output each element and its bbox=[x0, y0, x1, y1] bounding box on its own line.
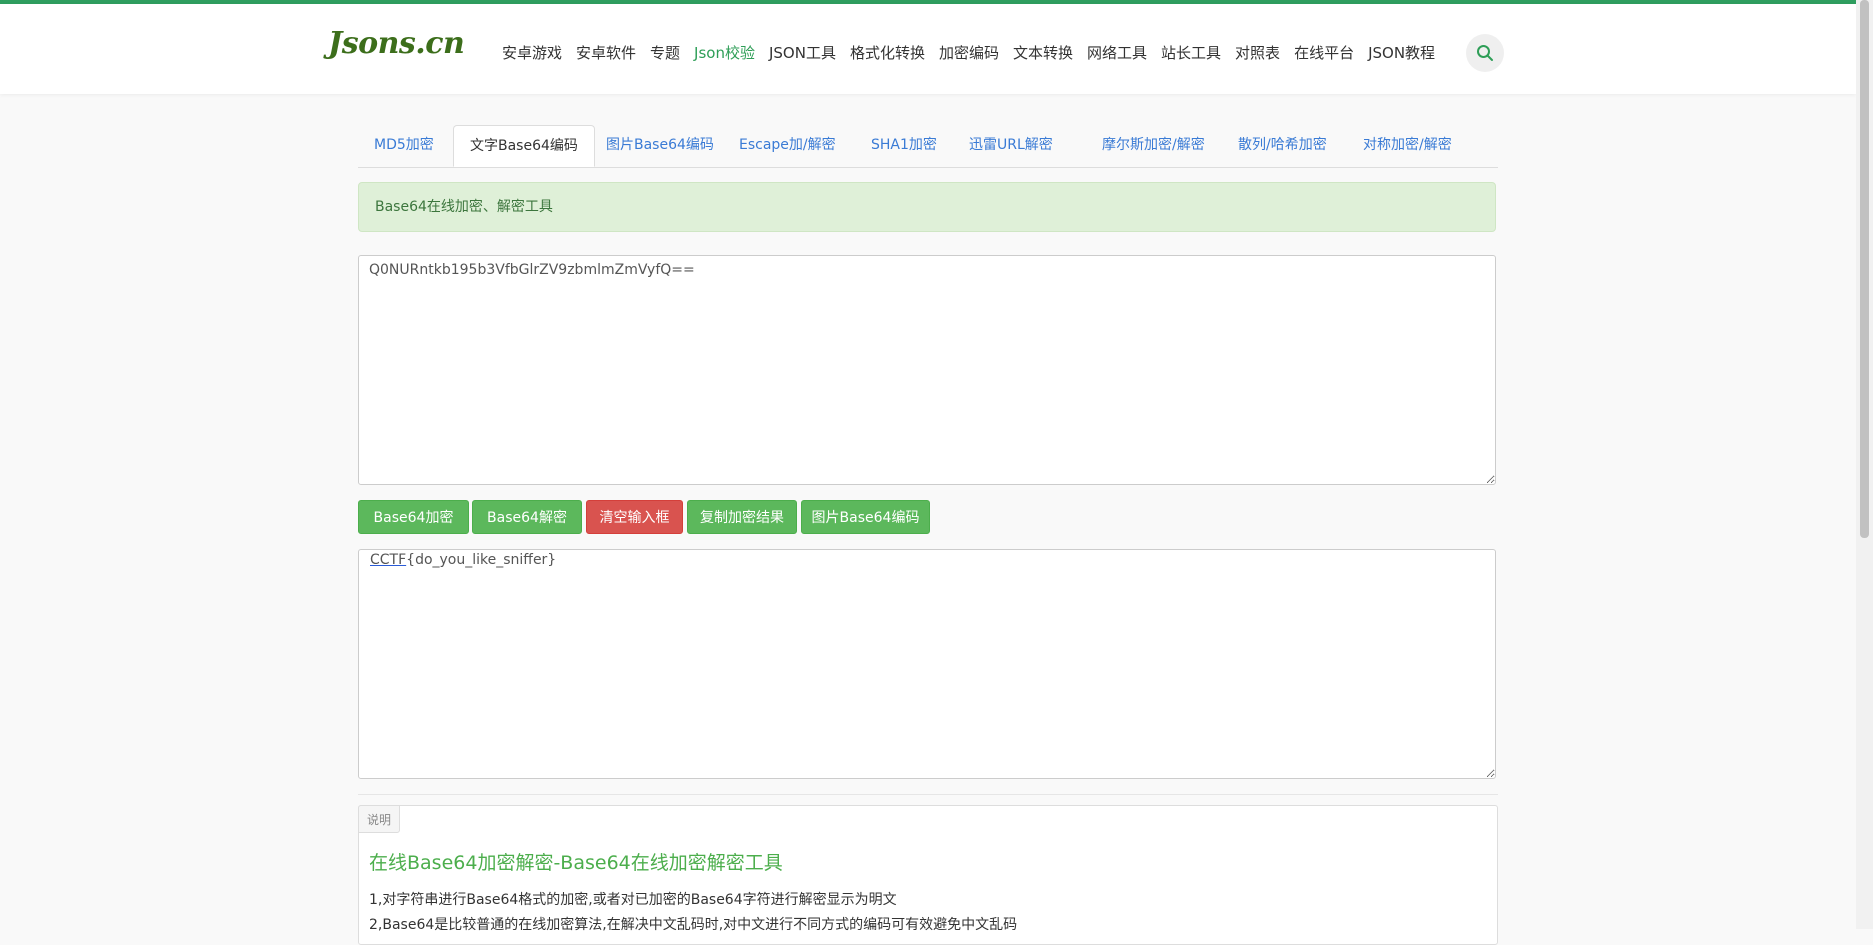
nav-item-format-convert[interactable]: 格式化转换 bbox=[850, 42, 925, 63]
description-tag: 说明 bbox=[358, 805, 401, 833]
base64-output[interactable] bbox=[358, 549, 1496, 779]
page-scrollbar-thumb[interactable] bbox=[1860, 0, 1869, 538]
nav-item-android-games[interactable]: 安卓游戏 bbox=[502, 42, 562, 63]
tab-escape[interactable]: Escape加/解密 bbox=[723, 125, 852, 166]
nav-item-webmaster-tools[interactable]: 站长工具 bbox=[1161, 42, 1221, 63]
nav-item-encrypt-encode[interactable]: 加密编码 bbox=[939, 42, 999, 63]
tab-sha1[interactable]: SHA1加密 bbox=[855, 125, 953, 166]
nav-item-json-tutorial[interactable]: JSON教程 bbox=[1368, 42, 1435, 63]
tool-info-alert: Base64在线加密、解密工具 bbox=[358, 182, 1496, 232]
section-divider bbox=[358, 794, 1498, 795]
site-header: Jsons.cn 安卓游戏 安卓软件 专题 Json校验 JSON工具 格式化转… bbox=[0, 4, 1856, 94]
nav-item-topics[interactable]: 专题 bbox=[650, 42, 680, 63]
site-logo[interactable]: Jsons.cn bbox=[328, 26, 465, 61]
alert-text: Base64在线加密、解密工具 bbox=[375, 199, 553, 215]
nav-item-json-tools[interactable]: JSON工具 bbox=[769, 42, 836, 63]
tab-image-base64[interactable]: 图片Base64编码 bbox=[590, 125, 730, 166]
description-line-2: 2,Base64是比较普通的在线加密算法,在解决中文乱码时,对中文进行不同方式的… bbox=[369, 917, 1018, 933]
nav-item-text-convert[interactable]: 文本转换 bbox=[1013, 42, 1073, 63]
search-icon bbox=[1477, 45, 1493, 61]
base64-input[interactable]: Q0NURntkb195b3VfbGlrZV9zbmlmZmVyfQ== bbox=[358, 255, 1496, 485]
tab-hash[interactable]: 散列/哈希加密 bbox=[1222, 125, 1343, 166]
tab-symmetric[interactable]: 对称加密/解密 bbox=[1347, 125, 1468, 166]
main-nav: 安卓游戏 安卓软件 专题 Json校验 JSON工具 格式化转换 加密编码 文本… bbox=[502, 42, 1449, 63]
tab-text-base64[interactable]: 文字Base64编码 bbox=[453, 125, 595, 167]
nav-item-online-platform[interactable]: 在线平台 bbox=[1294, 42, 1354, 63]
image-base64-button[interactable]: 图片Base64编码 bbox=[801, 500, 930, 534]
tab-thunder-url[interactable]: 迅雷URL解密 bbox=[953, 125, 1069, 166]
nav-item-network-tools[interactable]: 网络工具 bbox=[1087, 42, 1147, 63]
copy-result-button[interactable]: 复制加密结果 bbox=[687, 500, 797, 534]
nav-item-reference-tables[interactable]: 对照表 bbox=[1235, 42, 1280, 63]
tool-tabs: MD5加密 文字Base64编码 图片Base64编码 Escape加/解密 S… bbox=[358, 125, 1498, 168]
clear-input-button[interactable]: 清空输入框 bbox=[586, 500, 683, 534]
base64-decode-button[interactable]: Base64解密 bbox=[472, 500, 582, 534]
search-button[interactable] bbox=[1466, 34, 1504, 72]
tab-morse[interactable]: 摩尔斯加密/解密 bbox=[1086, 125, 1221, 166]
description-title: 在线Base64加密解密-Base64在线加密解密工具 bbox=[369, 852, 783, 874]
description-line-1: 1,对字符串进行Base64格式的加密,或者对已加密的Base64字符进行解密显… bbox=[369, 892, 897, 908]
nav-item-json-validate[interactable]: Json校验 bbox=[694, 42, 755, 63]
base64-encode-button[interactable]: Base64加密 bbox=[358, 500, 469, 534]
tab-md5[interactable]: MD5加密 bbox=[358, 125, 450, 166]
nav-item-android-software[interactable]: 安卓软件 bbox=[576, 42, 636, 63]
